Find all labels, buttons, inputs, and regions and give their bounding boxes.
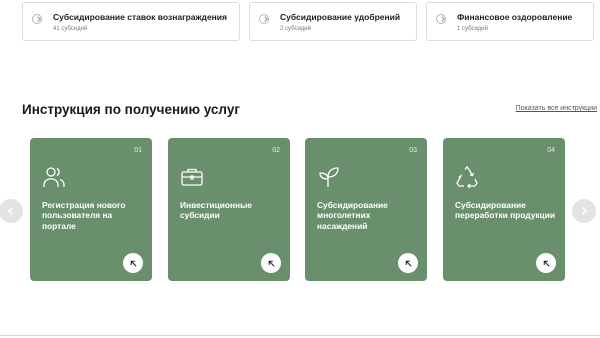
open-card-button[interactable] <box>123 253 143 273</box>
category-card-interest-rates[interactable]: Субсидирование ставок вознаграждения 41 … <box>22 2 240 41</box>
category-count: 41 субсидий <box>53 26 88 32</box>
category-count: 2 субсидий <box>280 26 311 32</box>
instruction-card-investment[interactable]: 02 Инвестиционные субсидии <box>168 138 290 281</box>
instruction-card-perennial-plantings[interactable]: 03 Субсидирование многолетних насаждений <box>305 138 427 281</box>
divider <box>0 335 600 336</box>
instruction-card-registration[interactable]: 01 Регистрация нового пользователя на по… <box>30 138 152 281</box>
sprout-icon <box>319 167 339 187</box>
arrow-up-left-icon <box>268 260 275 267</box>
recycle-icon <box>456 165 478 189</box>
section-title: Инструкция по получению услуг <box>22 102 240 117</box>
card-number: 03 <box>409 147 417 154</box>
card-number: 01 <box>134 147 142 154</box>
card-label: Субсидирование многолетних насаждений <box>317 200 388 231</box>
chevron-right-icon <box>259 14 269 24</box>
card-number: 04 <box>547 147 555 154</box>
instruction-card-processing[interactable]: 04 Субсидирование переработки продукции <box>443 138 565 281</box>
arrow-up-left-icon <box>130 260 137 267</box>
card-label: Регистрация нового пользователя на порта… <box>42 200 126 231</box>
chevron-right-icon <box>581 206 588 216</box>
card-number: 02 <box>272 147 280 154</box>
arrow-up-left-icon <box>405 260 412 267</box>
carousel-next-button[interactable] <box>572 199 596 223</box>
open-card-button[interactable] <box>261 253 281 273</box>
category-count: 1 субсидий <box>457 26 488 32</box>
category-title: Финансовое оздоровление <box>457 12 573 22</box>
category-card-financial-recovery[interactable]: Финансовое оздоровление 1 субсидий <box>426 2 594 41</box>
open-card-button[interactable] <box>536 253 556 273</box>
category-card-fertilizers[interactable]: Субсидирование удобрений 2 субсидий <box>249 2 417 41</box>
category-title: Субсидирование удобрений <box>280 12 401 22</box>
arrow-up-left-icon <box>543 260 550 267</box>
chevron-right-icon <box>32 14 42 24</box>
open-card-button[interactable] <box>398 253 418 273</box>
show-all-instructions-link[interactable]: Показать все инструкции <box>516 105 597 112</box>
chevron-left-icon <box>7 206 14 216</box>
chevron-right-icon <box>436 14 446 24</box>
users-icon <box>43 167 65 187</box>
card-label: Субсидирование переработки продукции <box>455 200 556 221</box>
category-title: Субсидирование ставок вознаграждения <box>53 12 227 22</box>
card-label: Инвестиционные субсидии <box>180 200 252 221</box>
briefcase-icon <box>181 168 203 186</box>
carousel-prev-button[interactable] <box>0 199 23 223</box>
